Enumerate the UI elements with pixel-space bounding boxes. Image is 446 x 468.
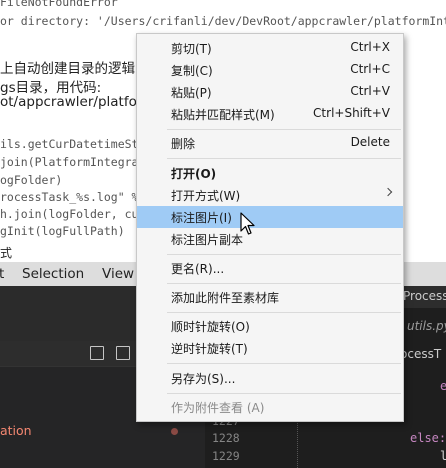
menu-item-delete[interactable]: 删除 Delete (137, 132, 403, 154)
doc-line: h.join(logFolder, cu (0, 207, 139, 221)
editor-tab[interactable]: Process (400, 286, 446, 308)
doc-line: join(PlatformIntegrat (0, 155, 146, 169)
new-folder-icon[interactable] (116, 346, 130, 360)
menu-view[interactable]: View (102, 266, 134, 282)
code-token: e (440, 379, 446, 393)
menu-item-label: 标注图片(I) (171, 211, 232, 225)
menu-item-paste-match-style[interactable]: 粘贴并匹配样式(M) Ctrl+Shift+V (137, 103, 403, 125)
menu-item-label: 粘贴(P) (171, 86, 212, 100)
doc-line: FileNotFoundError (0, 0, 118, 9)
menu-item-label: 复制(C) (171, 64, 213, 78)
menu-item[interactable]: t (0, 266, 4, 282)
menu-item-open-with[interactable]: 打开方式(W) (137, 184, 403, 206)
menu-separator (167, 393, 401, 394)
menu-separator (167, 363, 401, 364)
menu-item-shortcut: Ctrl+Shift+V (313, 106, 390, 120)
menu-item-label: 添加此附件至素材库 (171, 291, 280, 305)
file-label[interactable]: utils.py (407, 319, 446, 333)
menu-item-shortcut: Delete (350, 135, 390, 149)
submenu-arrow-icon (383, 187, 393, 197)
menu-item-label: 打开方式(W) (171, 189, 241, 203)
line-number: 1228 (212, 431, 240, 445)
menu-item-label: 更名(R)... (171, 262, 225, 276)
doc-line: ils.getCurDatetimeStr (0, 137, 146, 151)
doc-line: gInit(logFullPath) (0, 224, 125, 238)
menu-separator (167, 158, 401, 159)
menu-item-label: 打开(O) (171, 167, 217, 181)
menu-item-label: 逆时针旋转(T) (171, 342, 248, 356)
doc-line: ogFolder) (0, 173, 63, 187)
line-number: 1229 (212, 449, 240, 463)
new-file-icon[interactable] (90, 346, 104, 360)
menu-item-save-as[interactable]: 另存为(S)... (137, 367, 403, 389)
doc-line: gs目录，用代码: (0, 80, 102, 96)
menu-item-shortcut: Ctrl+X (350, 40, 390, 54)
menu-item-shortcut: Ctrl+V (350, 84, 390, 98)
tab-label: Process (403, 289, 446, 303)
code-token: l (440, 449, 446, 463)
menu-item-add-to-library[interactable]: 添加此附件至素材库 (137, 286, 403, 308)
menu-item-cut[interactable]: 剪切(T) Ctrl+X (137, 37, 403, 59)
menu-item-shortcut: Ctrl+C (350, 62, 390, 76)
menu-item-rotate-counterclockwise[interactable]: 逆时针旋转(T) (137, 337, 403, 359)
menu-separator (167, 254, 401, 255)
mouse-pointer-icon (240, 212, 255, 235)
code-keyword: else: (410, 431, 446, 445)
doc-line: or directory: '/Users/crifanli/dev/DevRo… (0, 14, 446, 28)
menu-item-label: 顺时针旋转(O) (171, 320, 250, 334)
doc-line: 上自动创建目录的逻辑 (0, 61, 135, 77)
menu-item-label: 另存为(S)... (171, 372, 236, 386)
menu-item-label: 删除 (171, 137, 196, 151)
menu-item-label: 标注图片副本 (171, 233, 244, 247)
menu-selection[interactable]: Selection (22, 266, 84, 282)
menu-item-annotate-image-copy[interactable]: 标注图片副本 (137, 228, 403, 250)
sidebar-entry[interactable]: ation (0, 423, 32, 438)
doc-line: ot/appcrawler/platfor (0, 94, 143, 110)
menu-item-label: 粘贴并匹配样式(M) (171, 108, 275, 122)
menu-item-label: 作为附件查看 (A) (171, 401, 265, 415)
menu-separator (167, 312, 401, 313)
menu-item-label: 剪切(T) (171, 42, 212, 56)
menu-item-annotate-image[interactable]: 标注图片(I) (137, 206, 403, 228)
context-menu: 剪切(T) Ctrl+X 复制(C) Ctrl+C 粘贴(P) Ctrl+V 粘… (136, 33, 404, 422)
menu-item-view-as-attachment: 作为附件查看 (A) (137, 396, 403, 418)
menu-separator (167, 129, 401, 130)
menu-item-copy[interactable]: 复制(C) Ctrl+C (137, 59, 403, 81)
menu-separator (167, 283, 401, 284)
menu-item-rotate-clockwise[interactable]: 顺时针旋转(O) (137, 315, 403, 337)
doc-line: rocessTask_%s.log" % c (0, 190, 153, 204)
breadcrumb[interactable]: ocessT (400, 347, 441, 361)
menu-item-paste[interactable]: 粘贴(P) Ctrl+V (137, 81, 403, 103)
doc-line: 式 (0, 246, 13, 260)
breakpoint-dot-icon[interactable] (171, 428, 178, 435)
menu-item-rename[interactable]: 更名(R)... (137, 257, 403, 279)
menu-item-open[interactable]: 打开(O) (137, 162, 403, 184)
